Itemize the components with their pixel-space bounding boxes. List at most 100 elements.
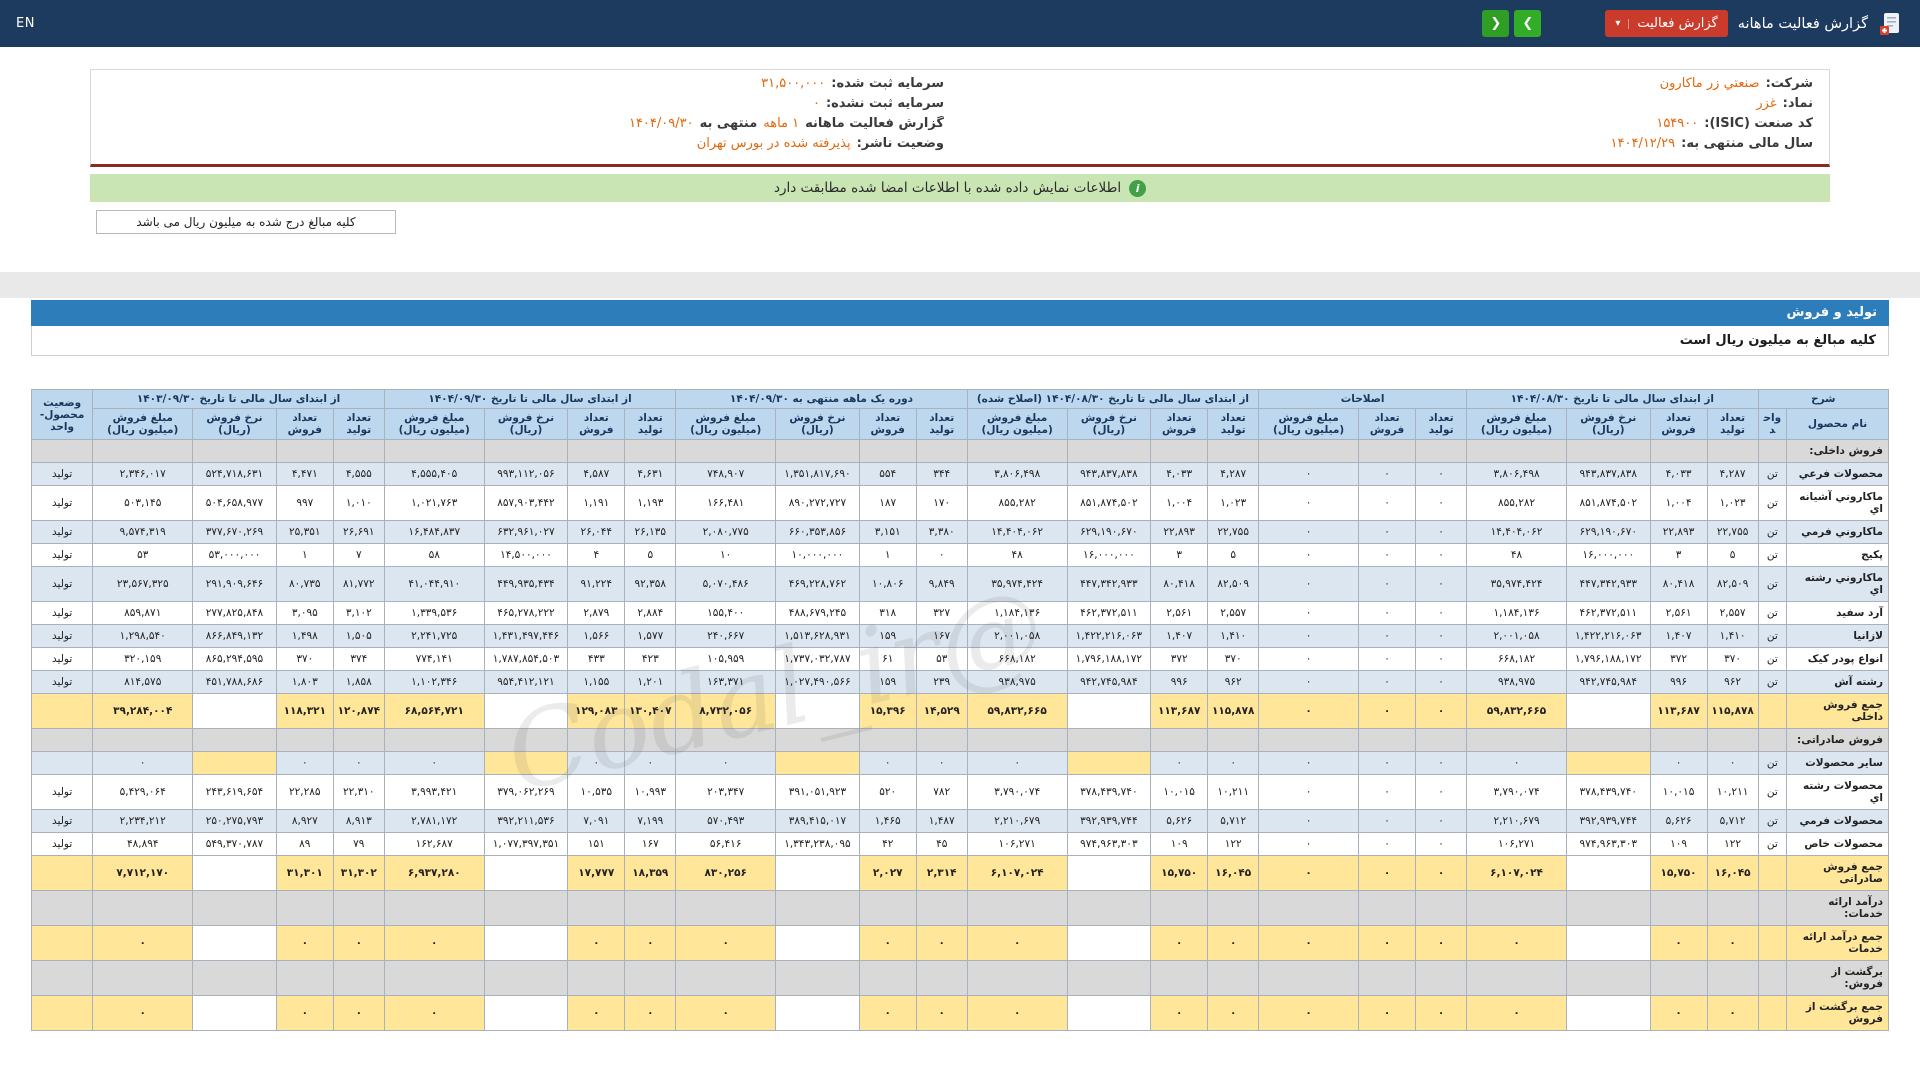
table-cell: ۰ <box>1415 693 1468 729</box>
table-cell: ۱۰,۰۱۵ <box>1649 774 1708 810</box>
table-cell: ۰ <box>1649 995 1708 1031</box>
table-cell: ۰ <box>1258 543 1360 567</box>
report-type-dropdown[interactable]: گزارش فعالیت ▾ <box>1605 10 1728 37</box>
table-cell: ۰ <box>1415 462 1468 486</box>
nav-forward-button[interactable]: ❯ <box>1514 10 1542 37</box>
column-subheader: تعداد تولید <box>624 408 677 440</box>
table-cell: ۰ <box>1358 774 1417 810</box>
table-cell <box>1466 960 1567 996</box>
info-label: گزارش فعالیت ماهانه <box>805 116 944 131</box>
table-cell: ۱,۲۰۱ <box>624 670 677 694</box>
table-cell <box>567 890 626 926</box>
table-cell: تن <box>1757 670 1788 694</box>
table-cell: ۱,۸۰۳ <box>275 670 334 694</box>
table-cell: ۸۵۱,۸۷۴,۵۰۲ <box>1066 485 1152 521</box>
table-cell: ۹۴۲,۷۴۵,۹۸۴ <box>1066 670 1152 694</box>
table-cell <box>192 855 277 891</box>
table-cell: ۸,۹۱۳ <box>332 809 385 833</box>
table-cell: ۲۲,۸۹۳ <box>1649 520 1708 544</box>
table-cell: ۳۹,۲۸۴,۰۰۴ <box>92 693 194 729</box>
table-cell: ۱۲۰,۸۷۴ <box>332 693 385 729</box>
table-cell <box>624 960 677 996</box>
table-cell <box>1066 728 1152 752</box>
table-cell <box>1150 728 1209 752</box>
table-cell: ۰ <box>1258 647 1360 671</box>
table-cell: ۲۵,۳۵۱ <box>275 520 334 544</box>
table-cell: ۵۲۴,۷۱۸,۶۳۱ <box>192 462 277 486</box>
product-row: محصولات خاص تن ۱۲۲ ۱۰۹ ۹۷۴,۹۶۳,۳۰۳ ۱۰۶,۲۷۱ ۰ ۰ ۰… <box>30 832 1889 856</box>
table-cell <box>915 728 968 752</box>
table-cell: ۱۵,۷۵۰ <box>1150 855 1209 891</box>
table-cell: ۱,۰۱۰ <box>332 485 385 521</box>
column-subheader: تعداد فروش <box>1358 408 1417 440</box>
language-toggle-en[interactable]: EN <box>16 16 35 31</box>
table-cell: ۳۴۴ <box>915 462 968 486</box>
info-label: نماد: <box>1782 96 1813 111</box>
table-cell <box>775 728 860 752</box>
table-cell <box>775 995 860 1031</box>
table-cell: ۰ <box>1258 995 1360 1031</box>
table-cell: ۰ <box>1258 809 1360 833</box>
table-cell: ۴ <box>567 543 626 567</box>
table-cell: ۱۸۷ <box>858 485 917 521</box>
table-cell: ۰ <box>966 925 1068 961</box>
table-cell: ۱۰,۲۱۱ <box>1706 774 1759 810</box>
table-cell: ۰ <box>1258 925 1360 961</box>
table-cell: ۶,۱۰۷,۰۲۴ <box>1466 855 1567 891</box>
table-cell: ۱,۳۳۹,۵۳۶ <box>383 601 485 625</box>
top-navigation-bar: گزارش فعالیت ماهانه گزارش فعالیت ▾ ❯ ❮ E… <box>0 0 1920 47</box>
table-cell: ۴,۵۵۵ <box>332 462 385 486</box>
table-cell: ۱,۰۰۴ <box>1649 485 1708 521</box>
table-cell: ۸۶۵,۲۹۴,۵۹۵ <box>192 647 277 671</box>
table-cell: ۱۰,۹۹۳ <box>624 774 677 810</box>
table-cell <box>192 890 277 926</box>
table-cell <box>567 960 626 996</box>
product-name-cell: پکيج <box>1786 543 1889 567</box>
table-cell <box>1207 960 1260 996</box>
table-cell: ۰ <box>1415 774 1468 810</box>
table-cell: ۰ <box>1207 751 1260 775</box>
product-name-cell: لازانيا <box>1786 624 1889 648</box>
product-name-cell: آرد سفيد <box>1786 601 1889 625</box>
table-cell: ۰ <box>1466 925 1567 961</box>
table-cell: ۱۵۹ <box>858 624 917 648</box>
table-cell <box>1706 439 1759 463</box>
table-cell: ۱,۴۱۰ <box>1706 624 1759 648</box>
table-cell: ۳,۰۹۵ <box>275 601 334 625</box>
table-cell: تولید <box>30 647 94 671</box>
table-cell: ۵۳ <box>92 543 194 567</box>
table-cell: ۱,۵۱۳,۶۲۸,۹۳۱ <box>775 624 860 648</box>
column-subheader: تعداد فروش <box>1150 408 1209 440</box>
table-cell <box>1565 960 1651 996</box>
table-cell: ۱,۴۹۸ <box>275 624 334 648</box>
product-row: رشته آش تن ۹۶۲ ۹۹۶ ۹۴۲,۷۴۵,۹۸۴ ۹۳۸,۹۷۵ ۰ ۰ ۰ ۹۶۲ ۹… <box>30 670 1889 694</box>
table-cell: ۱,۷۹۶,۱۸۸,۱۷۲ <box>1066 647 1152 671</box>
table-cell <box>1466 439 1567 463</box>
table-cell: ۰ <box>624 751 677 775</box>
table-cell <box>483 751 569 775</box>
table-cell: ۸۱۴,۵۷۵ <box>92 670 194 694</box>
table-cell: ۰ <box>1358 670 1417 694</box>
table-cell: ۴۸ <box>1466 543 1567 567</box>
table-cell <box>1415 728 1468 752</box>
table-cell: ۰ <box>332 751 385 775</box>
table-cell: ۳۷۰ <box>275 647 334 671</box>
table-cell: ۵۶,۴۱۶ <box>675 832 777 856</box>
table-cell <box>1066 995 1152 1031</box>
table-cell: ۸۲,۵۰۹ <box>1207 566 1260 602</box>
table-cell: ۰ <box>1415 995 1468 1031</box>
nav-back-button[interactable]: ❮ <box>1482 10 1510 37</box>
table-cell: ۸,۷۳۲,۰۵۶ <box>675 693 777 729</box>
table-cell: ۱۰۵,۹۵۹ <box>675 647 777 671</box>
table-cell: ۳,۳۸۰ <box>915 520 968 544</box>
table-cell: ۷۸۲ <box>915 774 968 810</box>
table-cell: ۰ <box>92 925 194 961</box>
table-cell: ۰ <box>1358 601 1417 625</box>
table-cell: ۲,۰۰۱,۰۵۸ <box>1466 624 1567 648</box>
info-label: سرمایه ثبت نشده: <box>825 96 944 111</box>
table-cell: ۰ <box>858 751 917 775</box>
table-cell: ۱,۴۳۱,۴۹۷,۴۴۶ <box>483 624 569 648</box>
table-cell: ۳۹۲,۲۱۱,۵۳۶ <box>483 809 569 833</box>
table-cell: ۶۳۲,۹۶۱,۰۲۷ <box>483 520 569 544</box>
column-group-header: از ابتدای سال مالی تا تاریخ ۱۴۰۴/۰۸/۳۰ (… <box>966 389 1260 409</box>
